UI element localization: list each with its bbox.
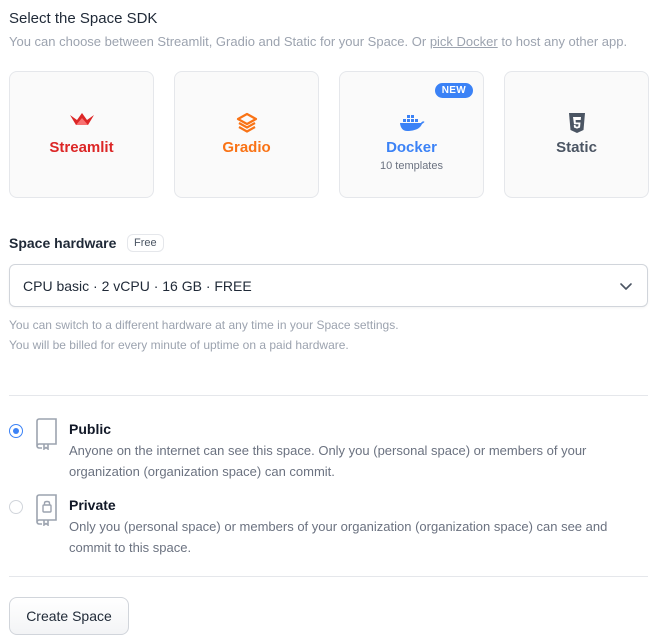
private-label: Private — [69, 497, 116, 513]
create-space-button[interactable]: Create Space — [9, 597, 129, 635]
sdk-option-label: Static — [556, 139, 597, 156]
hardware-select-value: CPU basic · 2 vCPU · 16 GB · FREE — [23, 278, 252, 294]
sdk-description: You can choose between Streamlit, Gradio… — [9, 34, 628, 49]
html5-icon — [568, 113, 585, 133]
private-description: Only you (personal space) or members of … — [69, 519, 608, 555]
gradio-icon — [236, 112, 257, 133]
sdk-option-gradio[interactable]: Gradio — [174, 71, 319, 198]
public-radio[interactable] — [9, 424, 23, 438]
hardware-note: You can switch to a different hardware a… — [9, 318, 399, 332]
chevron-down-icon — [620, 283, 632, 290]
public-repo-icon — [36, 418, 57, 450]
public-description: Anyone on the internet can see this spac… — [69, 443, 587, 479]
sdk-option-docker[interactable]: NEW Docker 10 templates — [339, 71, 484, 198]
divider — [9, 395, 648, 396]
sdk-option-label: Docker — [386, 139, 437, 156]
divider — [9, 576, 648, 577]
sdk-option-static[interactable]: Static — [504, 71, 649, 198]
public-label: Public — [69, 421, 112, 437]
docker-whale-icon — [399, 115, 424, 131]
hardware-select[interactable]: CPU basic · 2 vCPU · 16 GB · FREE — [9, 264, 648, 307]
private-radio[interactable] — [9, 500, 23, 514]
streamlit-crown-icon — [69, 113, 94, 125]
new-badge: NEW — [434, 83, 473, 98]
sdk-title: Select the Space SDK — [9, 10, 158, 27]
private-repo-icon — [36, 494, 57, 526]
sdk-option-label: Streamlit — [49, 139, 114, 156]
sdk-option-streamlit[interactable]: Streamlit — [9, 71, 154, 198]
hardware-note: You will be billed for every minute of u… — [9, 338, 349, 352]
hardware-title: Space hardware — [9, 235, 117, 251]
free-badge: Free — [127, 234, 164, 252]
docker-templates-count: 10 templates — [380, 160, 443, 172]
pick-docker-link[interactable]: pick Docker — [430, 34, 498, 49]
sdk-option-label: Gradio — [222, 139, 271, 156]
